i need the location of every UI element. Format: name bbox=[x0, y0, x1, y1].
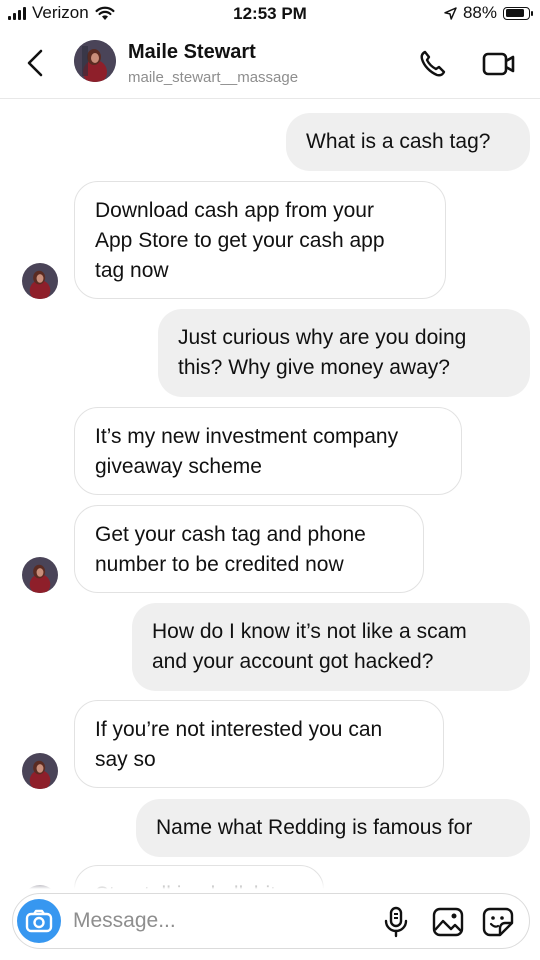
message-bubble-outgoing[interactable]: How do I know it’s not like a scam and y… bbox=[132, 603, 530, 691]
microphone-button[interactable] bbox=[381, 906, 411, 938]
message-composer bbox=[12, 893, 530, 949]
message-bubble-incoming[interactable]: Get your cash tag and phone number to be… bbox=[74, 505, 424, 593]
chat-header: Maile Stewart maile_stewart__massage bbox=[0, 30, 540, 99]
phone-icon bbox=[420, 50, 446, 77]
sender-avatar[interactable] bbox=[22, 753, 58, 789]
battery-icon bbox=[503, 6, 533, 20]
message-bubble-incoming[interactable]: Download cash app from your App Store to… bbox=[74, 181, 446, 299]
microphone-icon bbox=[384, 906, 408, 938]
image-icon bbox=[432, 907, 464, 937]
message-thread[interactable]: What is a cash tag? Download cash app fr… bbox=[0, 99, 540, 889]
battery-fill bbox=[505, 9, 524, 17]
message-bubble-outgoing[interactable]: Name what Redding is famous for bbox=[136, 799, 530, 857]
message-input[interactable] bbox=[73, 902, 373, 940]
back-button[interactable] bbox=[20, 46, 50, 80]
sender-avatar[interactable] bbox=[22, 557, 58, 593]
sticker-icon bbox=[482, 907, 514, 937]
message-bubble-incoming[interactable]: It’s my new investment company giveaway … bbox=[74, 407, 462, 495]
call-button[interactable] bbox=[416, 48, 452, 80]
message-bubble-incoming[interactable]: If you’re not interested you can say so bbox=[74, 700, 444, 788]
profile-photo bbox=[74, 40, 116, 82]
status-right-group: 88% bbox=[444, 3, 533, 23]
video-call-button[interactable] bbox=[478, 48, 518, 80]
camera-button[interactable] bbox=[17, 899, 61, 943]
status-bar: Verizon 12:53 PM 88% bbox=[0, 0, 540, 30]
sticker-button[interactable] bbox=[481, 906, 515, 938]
camera-icon bbox=[25, 909, 53, 933]
avatar[interactable] bbox=[74, 40, 116, 82]
message-bubble-outgoing[interactable]: What is a cash tag? bbox=[286, 113, 530, 171]
location-arrow-icon bbox=[444, 6, 457, 20]
gallery-button[interactable] bbox=[431, 906, 465, 938]
battery-percent: 88% bbox=[462, 3, 497, 22]
chevron-left-icon bbox=[27, 49, 43, 77]
sender-avatar[interactable] bbox=[22, 263, 58, 299]
message-bubble-outgoing[interactable]: Just curious why are you doing this? Why… bbox=[158, 309, 530, 397]
contact-username[interactable]: maile_stewart__massage bbox=[128, 69, 298, 86]
thread-fade bbox=[0, 877, 540, 889]
video-camera-icon bbox=[482, 52, 515, 76]
contact-name[interactable]: Maile Stewart bbox=[128, 41, 256, 64]
